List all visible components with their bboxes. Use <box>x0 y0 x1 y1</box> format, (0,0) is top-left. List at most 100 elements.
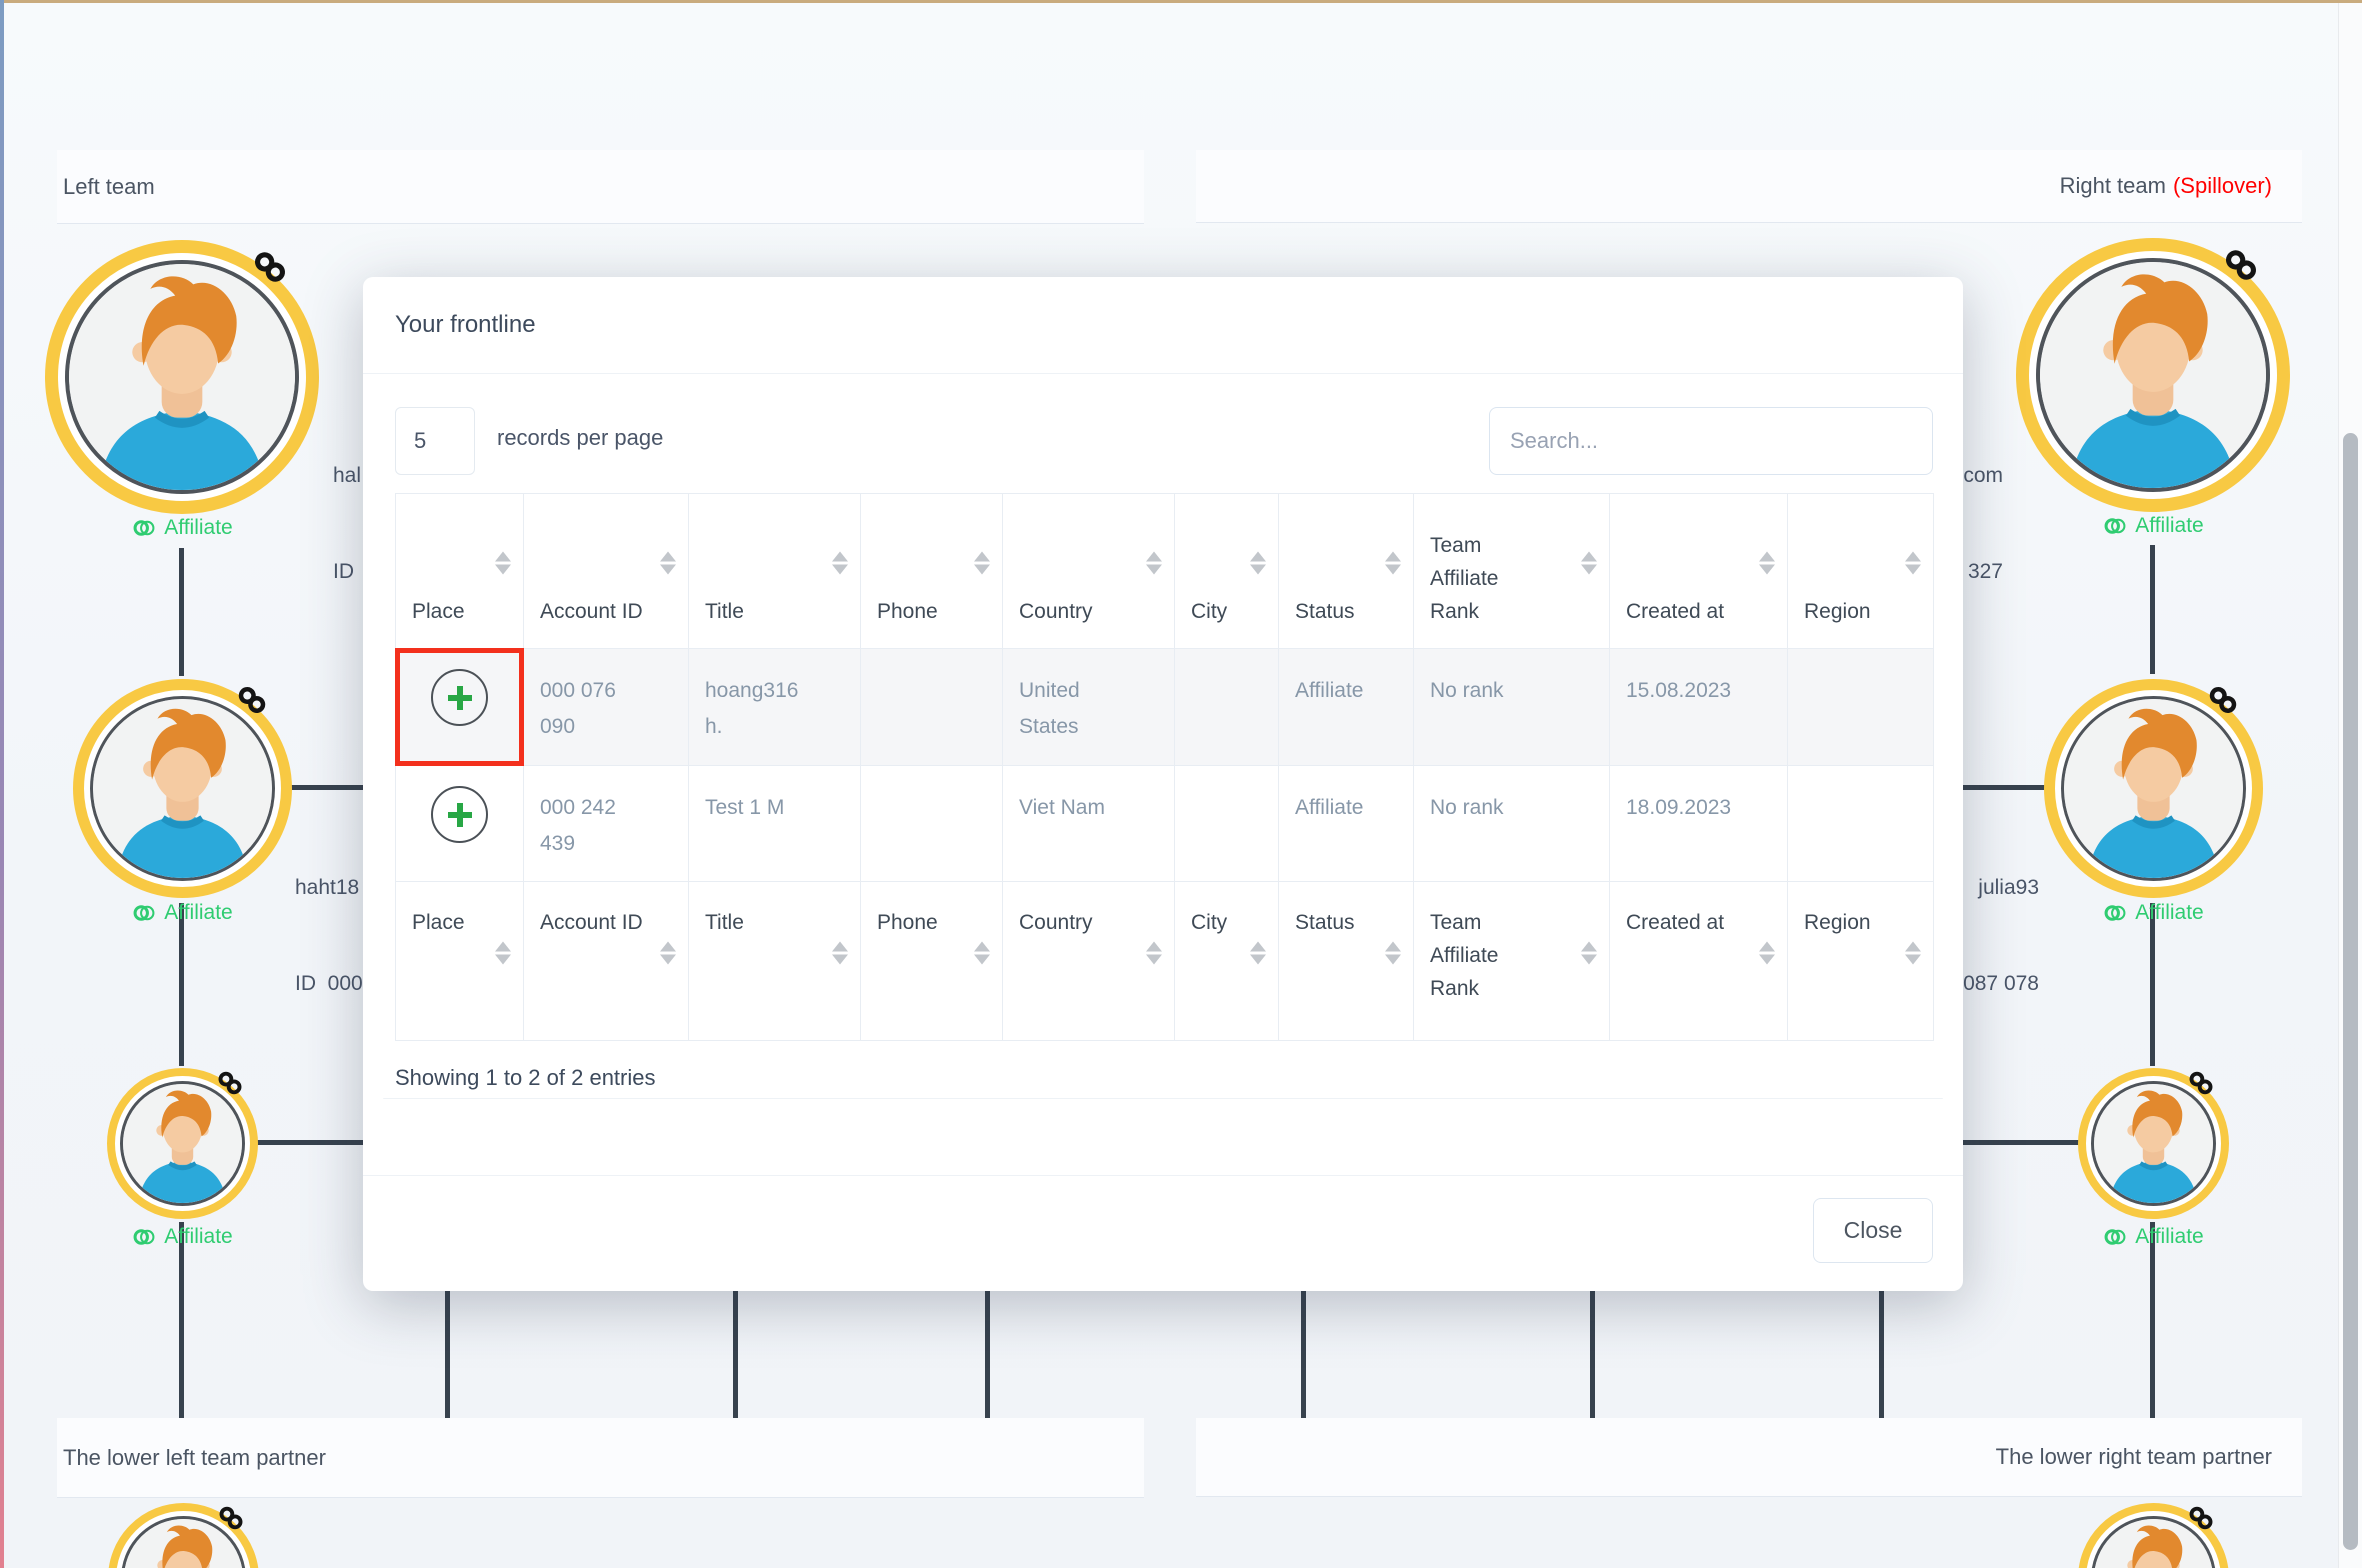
scrollbar-thumb[interactable] <box>2343 433 2358 1550</box>
affiliate-badge: Affiliate <box>2102 901 2204 925</box>
window-top-edge <box>0 0 2362 3</box>
tree-line-vertical <box>985 1291 990 1418</box>
affiliate-rings-icon <box>131 516 158 540</box>
sort-arrows-icon <box>974 552 990 575</box>
avatar-node[interactable] <box>73 679 292 898</box>
tree-line-vertical <box>1301 1291 1306 1418</box>
city-cell <box>1175 649 1279 766</box>
lower-right-team-label: The lower right team partner <box>1996 1444 2272 1470</box>
place-user-button[interactable] <box>431 669 488 726</box>
affiliate-badge: Affiliate <box>131 1225 233 1249</box>
avatar-node[interactable] <box>2016 238 2290 512</box>
footer-header-created-at[interactable]: Created at <box>1610 882 1788 1041</box>
tree-line-horizontal <box>256 1140 364 1145</box>
column-header-city[interactable]: City <box>1175 494 1279 649</box>
avatar-node[interactable] <box>45 240 319 514</box>
title-cell: hoang316 h. <box>689 649 861 766</box>
avatar <box>2091 1081 2216 1206</box>
column-header-title[interactable]: Title <box>689 494 861 649</box>
avatar-node[interactable] <box>108 1503 259 1568</box>
lower-left-team-label: The lower left team partner <box>63 1445 326 1471</box>
status-cell: Affiliate <box>1279 649 1414 766</box>
avatar-node[interactable] <box>2078 1503 2229 1568</box>
avatar <box>2036 258 2270 492</box>
affiliate-badge-label: Affiliate <box>2135 901 2204 925</box>
genealogy-page: Left team Right team (Spillover) The low… <box>0 0 2362 1568</box>
avatar-node[interactable] <box>107 1068 258 1219</box>
column-header-account-id[interactable]: Account ID <box>524 494 689 649</box>
column-header-phone[interactable]: Phone <box>861 494 1003 649</box>
sort-arrows-icon <box>1146 942 1162 965</box>
left-team-label: Left team <box>63 174 155 200</box>
avatar <box>90 696 275 881</box>
sort-arrows-icon <box>1250 552 1266 575</box>
sort-arrows-icon <box>660 552 676 575</box>
affiliate-rings-icon <box>2102 1225 2129 1249</box>
sort-arrows-icon <box>1759 942 1775 965</box>
region-cell <box>1788 766 1934 882</box>
column-header-created-at[interactable]: Created at <box>1610 494 1788 649</box>
place-cell-row-1 <box>396 649 524 766</box>
column-header-country[interactable]: Country <box>1003 494 1175 649</box>
avatar-node[interactable] <box>2044 679 2263 898</box>
scrollbar-track[interactable] <box>2338 0 2362 1568</box>
affiliate-rings-icon <box>131 1225 158 1249</box>
avatar-node[interactable] <box>2078 1068 2229 1219</box>
records-per-page-label: records per page <box>497 425 663 451</box>
status-cell: Affiliate <box>1279 766 1414 882</box>
sort-arrows-icon <box>495 942 511 965</box>
close-button[interactable]: Close <box>1813 1198 1933 1263</box>
footer-header-region[interactable]: Region <box>1788 882 1934 1041</box>
entries-summary: Showing 1 to 2 of 2 entries <box>395 1061 656 1095</box>
node-label-mid-left: haht18 ID 000 <box>295 808 363 1064</box>
footer-header-team-affiliate-rank[interactable]: Team Affiliate Rank <box>1414 882 1610 1041</box>
footer-header-status[interactable]: Status <box>1279 882 1414 1041</box>
footer-header-title[interactable]: Title <box>689 882 861 1041</box>
tree-line-horizontal <box>1962 1140 2080 1145</box>
affiliate-badge-label: Affiliate <box>164 516 233 540</box>
avatar <box>2061 696 2246 881</box>
column-header-status[interactable]: Status <box>1279 494 1414 649</box>
affiliate-badge: Affiliate <box>2102 514 2204 538</box>
sort-arrows-icon <box>1905 942 1921 965</box>
lower-left-team-panel: The lower left team partner <box>57 1418 1144 1498</box>
link-icon <box>253 250 287 284</box>
city-cell <box>1175 766 1279 882</box>
affiliate-badge: Affiliate <box>131 901 233 925</box>
column-header-team-affiliate-rank[interactable]: Team Affiliate Rank <box>1414 494 1610 649</box>
footer-header-country[interactable]: Country <box>1003 882 1175 1041</box>
avatar-person-illustration <box>69 264 295 490</box>
affiliate-rings-icon <box>131 901 158 925</box>
footer-header-account-id[interactable]: Account ID <box>524 882 689 1041</box>
modal-header: Your frontline <box>363 277 1963 374</box>
plus-icon <box>444 682 476 714</box>
footer-header-phone[interactable]: Phone <box>861 882 1003 1041</box>
affiliate-badge: Affiliate <box>2102 1225 2204 1249</box>
country-cell: Viet Nam <box>1003 766 1175 882</box>
created-at-cell: 18.09.2023 <box>1610 766 1788 882</box>
footer-header-place[interactable]: Place <box>396 882 524 1041</box>
records-per-page-input[interactable] <box>395 407 475 475</box>
link-icon <box>2208 685 2238 715</box>
tree-line-vertical <box>733 1291 738 1418</box>
footer-header-city[interactable]: City <box>1175 882 1279 1041</box>
title-cell: Test 1 M <box>689 766 861 882</box>
tree-line-horizontal <box>290 785 364 790</box>
affiliate-badge: Affiliate <box>131 516 233 540</box>
place-user-button[interactable] <box>431 786 488 843</box>
sort-arrows-icon <box>1250 942 1266 965</box>
sort-arrows-icon <box>1581 942 1597 965</box>
created-at-cell: 15.08.2023 <box>1610 649 1788 766</box>
affiliate-badge-label: Affiliate <box>2135 1225 2204 1249</box>
column-header-region[interactable]: Region <box>1788 494 1934 649</box>
account-id-cell: 000 242 439 <box>524 766 689 882</box>
sort-arrows-icon <box>1385 942 1401 965</box>
search-input[interactable] <box>1489 407 1933 475</box>
sort-arrows-icon <box>1581 552 1597 575</box>
tree-line-vertical <box>445 1291 450 1418</box>
team-rank-cell: No rank <box>1414 649 1610 766</box>
phone-cell <box>861 766 1003 882</box>
column-header-place[interactable]: Place <box>396 494 524 649</box>
window-left-edge <box>0 0 4 1568</box>
tree-line-vertical <box>2150 545 2155 674</box>
